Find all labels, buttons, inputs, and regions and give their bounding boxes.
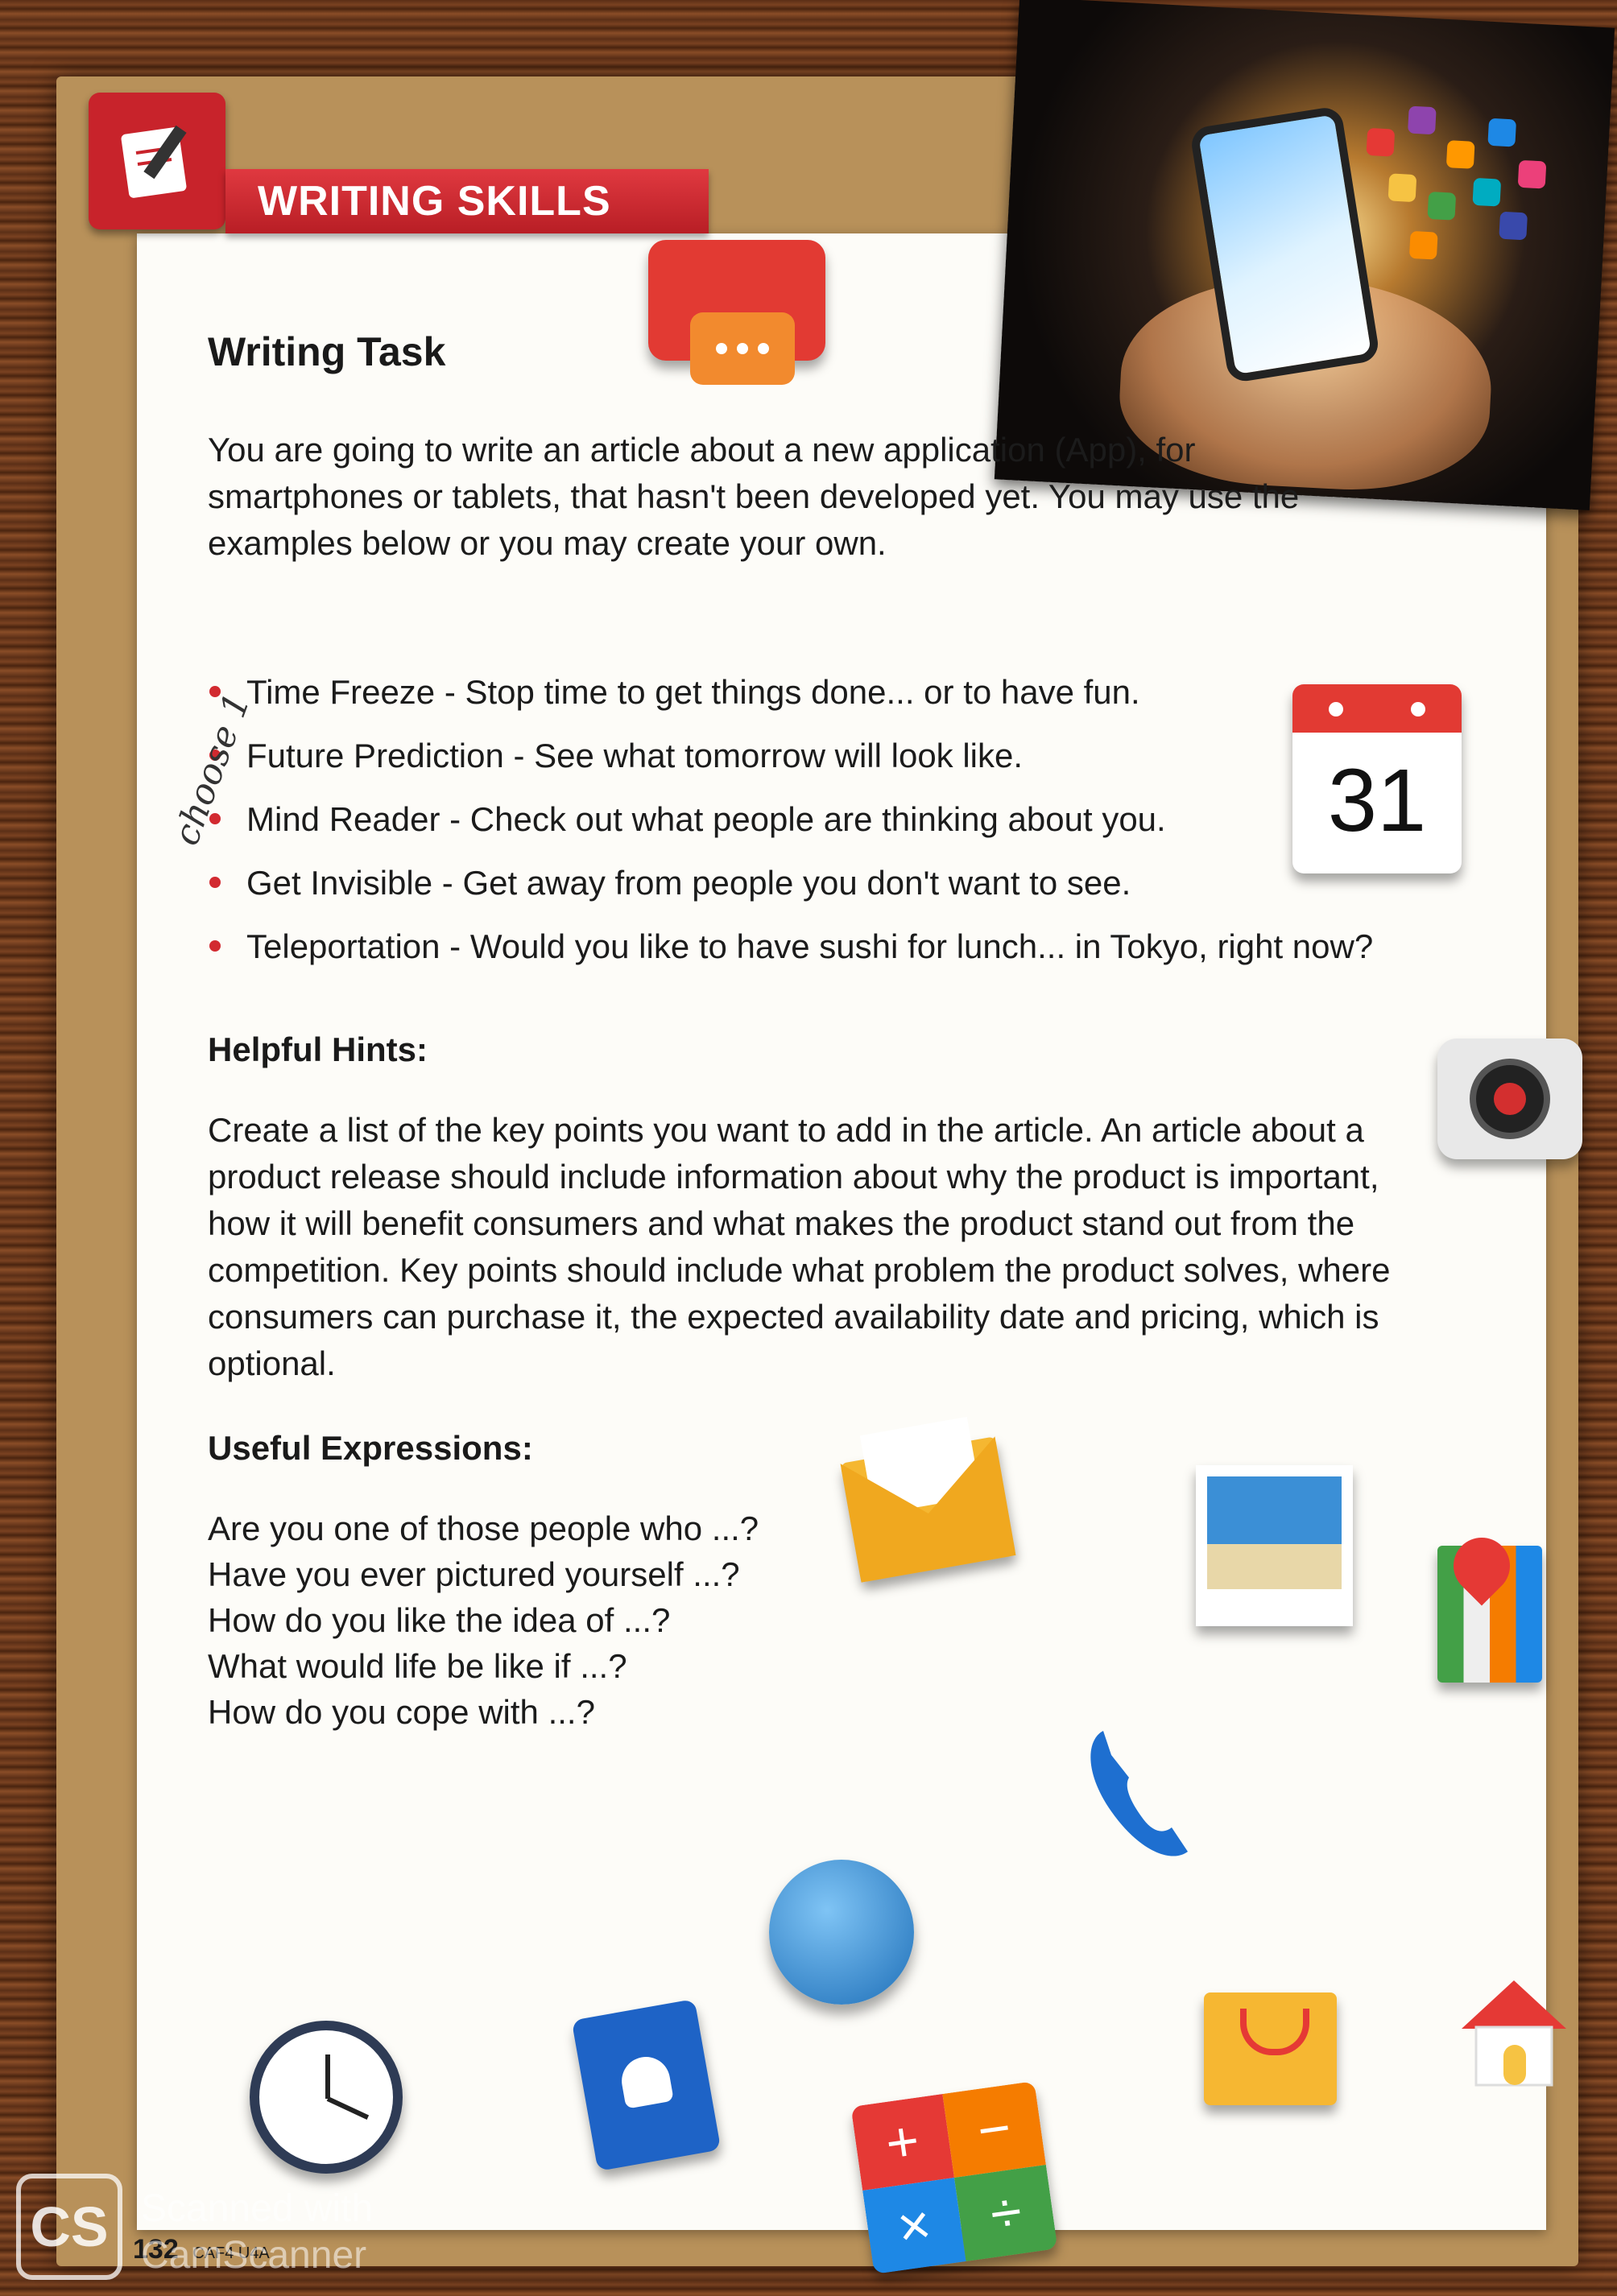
app-icon <box>1487 118 1517 147</box>
list-item: What would life be like if ...? <box>208 1647 627 1685</box>
photo-icon <box>1196 1465 1353 1626</box>
shopping-bag-icon <box>1204 1992 1337 2105</box>
idea-name: Get Invisible <box>246 864 433 902</box>
contacts-icon <box>571 1998 722 2172</box>
list-item: Have you ever pictured yourself ...? <box>208 1555 740 1593</box>
list-item: How do you like the idea of ...? <box>208 1601 671 1639</box>
app-icon <box>1427 191 1457 221</box>
globe-icon <box>769 1860 914 2005</box>
idea-name: Teleportation <box>246 927 440 965</box>
app-icon <box>1499 211 1528 241</box>
app-icon <box>1366 127 1396 157</box>
pencil-note-icon <box>89 93 225 229</box>
app-icon <box>1472 177 1502 207</box>
idea-desc: See what tomorrow will look like. <box>534 737 1024 774</box>
idea-desc: Check out what people are thinking about… <box>469 800 1166 838</box>
list-item: Teleportation - Would you like to have s… <box>208 915 1373 978</box>
hints-heading: Helpful Hints: <box>208 1030 428 1068</box>
list-item: How do you cope with ...? <box>208 1693 595 1731</box>
idea-name: Future Prediction <box>246 737 504 774</box>
list-item: Time Freeze - Stop time to get things do… <box>208 660 1373 724</box>
list-item: Get Invisible - Get away from people you… <box>208 851 1373 915</box>
section-title: WRITING SKILLS <box>225 169 709 233</box>
idea-desc: Get away from people you don't want to s… <box>462 864 1131 902</box>
phone-handset-icon <box>1079 1723 1200 1872</box>
chat-bubble-icon <box>648 240 825 385</box>
camera-icon <box>1437 1039 1582 1159</box>
list-item: Future Prediction - See what tomorrow wi… <box>208 724 1373 787</box>
writing-task-title: Writing Task <box>208 329 446 374</box>
app-icon <box>1517 159 1547 189</box>
scanner-watermark-text: Scanned with CamScanner <box>141 2187 374 2277</box>
idea-list: Time Freeze - Stop time to get things do… <box>208 660 1373 978</box>
idea-desc: Would you like to have sushi for lunch..… <box>469 927 1374 965</box>
idea-desc: Stop time to get things done... or to ha… <box>465 673 1140 711</box>
expressions-heading: Useful Expressions: <box>208 1429 533 1467</box>
calendar-day: 31 <box>1327 751 1427 850</box>
calendar-icon: 31 <box>1292 684 1462 873</box>
expressions-list: Are you one of those people who ...? Hav… <box>208 1505 759 1735</box>
idea-name: Time Freeze <box>246 673 436 711</box>
list-item: Are you one of those people who ...? <box>208 1509 759 1547</box>
house-icon <box>1454 1972 1574 2097</box>
idea-name: Mind Reader <box>246 800 440 838</box>
clock-icon <box>250 2021 403 2174</box>
map-pin-icon <box>1437 1526 1542 1683</box>
app-icon <box>1445 140 1475 169</box>
app-icon <box>1408 105 1437 135</box>
task-intro: You are going to write an article about … <box>208 431 1300 562</box>
calculator-icon: + − × ÷ <box>850 2081 1058 2274</box>
scanner-logo: CS <box>16 2174 122 2280</box>
app-icon <box>1387 173 1417 203</box>
hints-text: Create a list of the key points you want… <box>208 1111 1391 1382</box>
app-icon <box>1408 230 1438 260</box>
list-item: Mind Reader - Check out what people are … <box>208 787 1373 851</box>
